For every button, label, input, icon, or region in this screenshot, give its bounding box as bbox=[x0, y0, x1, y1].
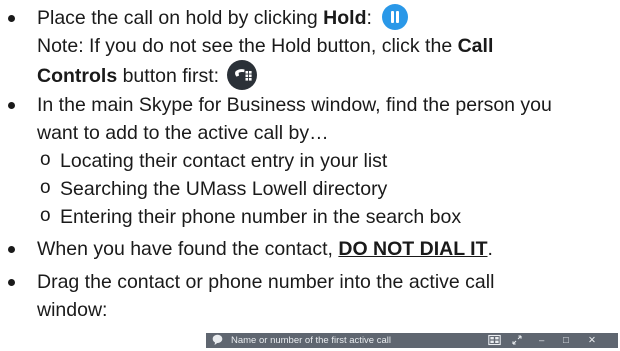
minimize-icon[interactable]: – bbox=[539, 333, 544, 348]
sub-list-item-text: Locating their contact entry in your lis… bbox=[60, 150, 388, 172]
expand-icon[interactable] bbox=[511, 334, 523, 351]
list-item: Place the call on hold by clicking Hold: bbox=[0, 3, 620, 31]
sub-bullet-marker: o bbox=[40, 177, 51, 198]
instruction-document: Place the call on hold by clicking Hold:… bbox=[0, 0, 620, 348]
list-item: When you have found the contact, DO NOT … bbox=[0, 234, 620, 262]
list-item-text: Place the call on hold by clicking Hold: bbox=[37, 4, 408, 32]
list-item-text: Drag the contact or phone number into th… bbox=[37, 271, 495, 293]
bullet-marker bbox=[8, 102, 15, 109]
sub-list-item: o Entering their phone number in the sea… bbox=[0, 202, 620, 230]
list-item-continuation: window: bbox=[0, 295, 620, 323]
list-item-continuation: want to add to the active call by… bbox=[0, 118, 620, 146]
list-item-continuation: Note: If you do not see the Hold button,… bbox=[0, 31, 620, 59]
sub-list-item: o Locating their contact entry in your l… bbox=[0, 146, 620, 174]
note-text: Controls button first: bbox=[37, 60, 258, 90]
list-item-text: want to add to the active call by… bbox=[37, 122, 329, 144]
note-text: Note: If you do not see the Hold button,… bbox=[37, 35, 494, 57]
list-item: In the main Skype for Business window, f… bbox=[0, 90, 620, 118]
active-call-window-titlebar: Name or number of the first active call … bbox=[206, 333, 618, 348]
layout-icon[interactable] bbox=[488, 334, 501, 351]
bullet-marker bbox=[8, 15, 15, 22]
list-item-text: In the main Skype for Business window, f… bbox=[37, 94, 552, 116]
close-icon[interactable]: ✕ bbox=[588, 333, 596, 348]
list-item-continuation: Controls button first: bbox=[0, 59, 620, 90]
bullet-marker bbox=[8, 246, 15, 253]
sub-list-item-text: Entering their phone number in the searc… bbox=[60, 206, 462, 228]
sub-bullet-marker: o bbox=[40, 205, 51, 226]
chat-icon bbox=[212, 334, 223, 351]
call-controls-button-icon bbox=[227, 60, 258, 90]
list-item: Drag the contact or phone number into th… bbox=[0, 267, 620, 295]
call-window-title: Name or number of the first active call bbox=[231, 335, 391, 346]
maximize-icon[interactable]: □ bbox=[563, 333, 569, 348]
hold-button-icon bbox=[381, 4, 408, 30]
sub-bullet-marker: o bbox=[40, 149, 51, 170]
list-item-text: window: bbox=[37, 299, 108, 321]
list-item-text: When you have found the contact, DO NOT … bbox=[37, 238, 493, 260]
sub-list-item: o Searching the UMass Lowell directory bbox=[0, 174, 620, 202]
sub-list-item-text: Searching the UMass Lowell directory bbox=[60, 178, 388, 200]
bullet-marker bbox=[8, 279, 15, 286]
